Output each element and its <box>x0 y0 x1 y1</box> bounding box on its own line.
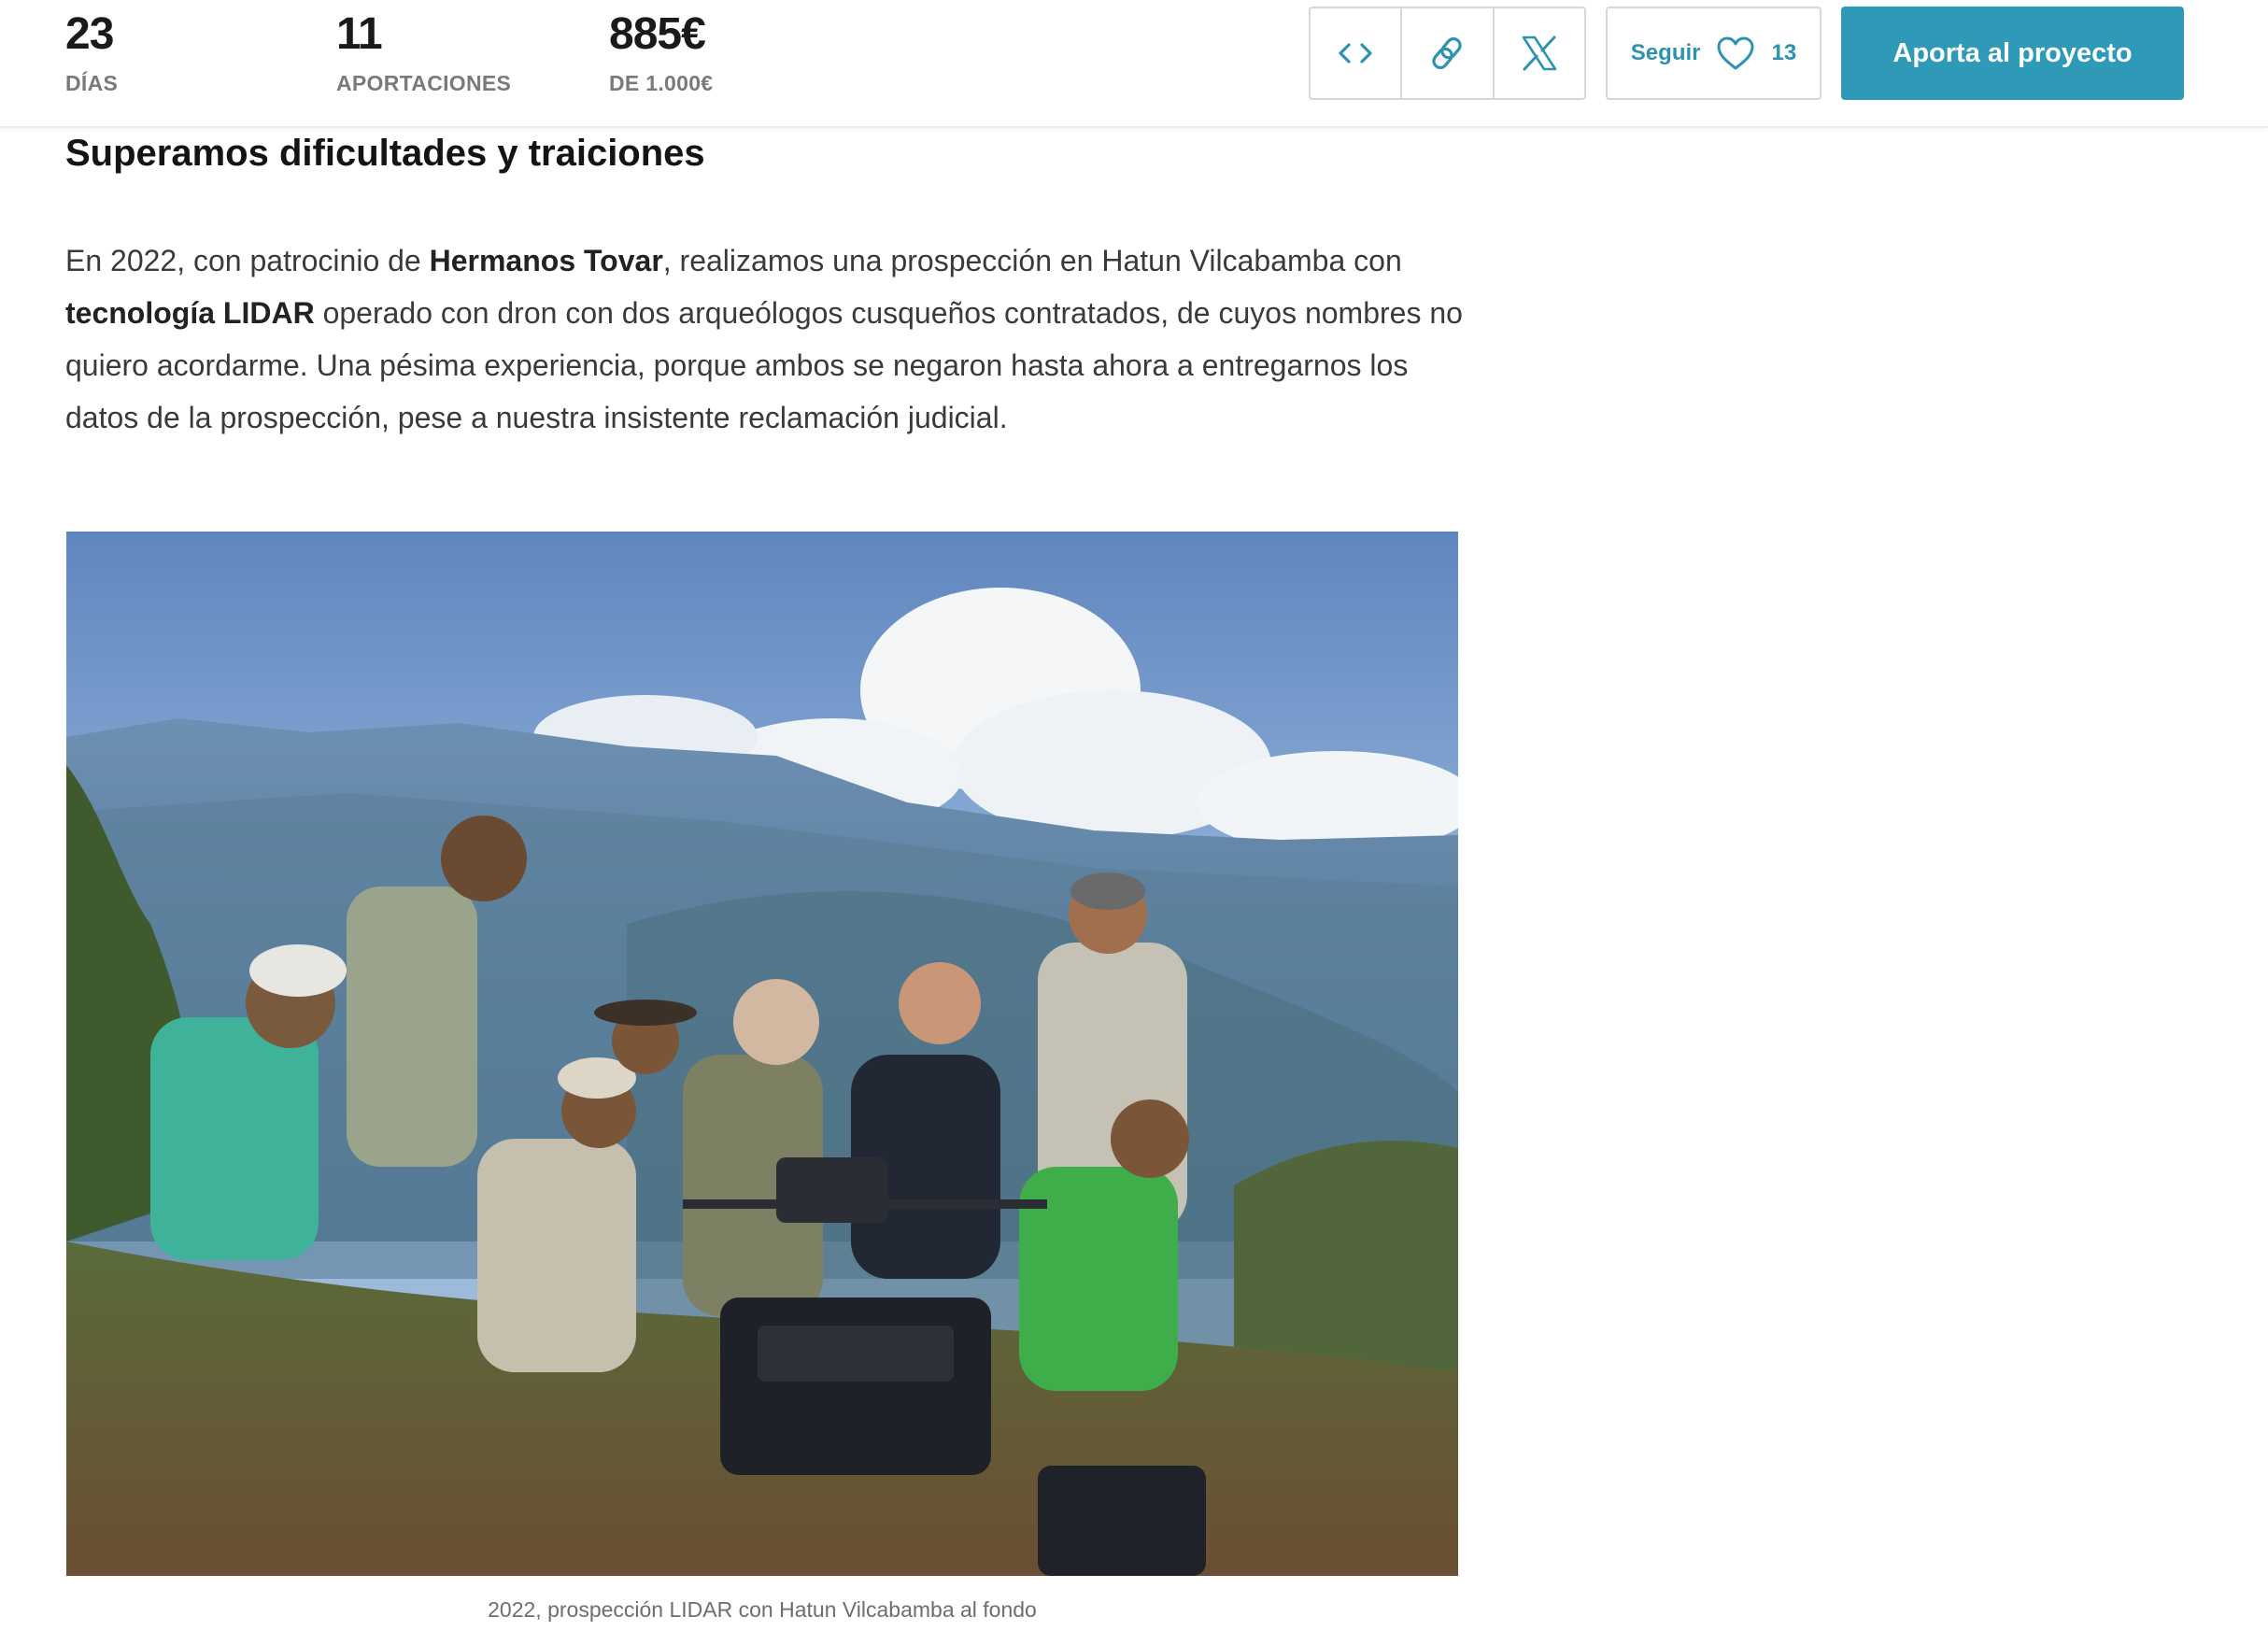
share-button-group <box>1309 7 1586 100</box>
expedition-group-photo <box>66 532 1458 1576</box>
photo-caption: 2022, prospección LIDAR con Hatun Vilcab… <box>488 1597 1037 1622</box>
paragraph-text-1: En 2022, con patrocinio de <box>65 244 430 277</box>
follow-label: Seguir <box>1630 40 1701 65</box>
paragraph-text-2: , realizamos una prospección en Hatun Vi… <box>662 244 1402 277</box>
days-label: DÍAS <box>65 71 119 95</box>
stat-amount: 885€ DE 1.000€ <box>609 7 713 96</box>
x-icon <box>1522 35 1557 71</box>
stat-days: 23 DÍAS <box>65 7 118 96</box>
article-photo <box>66 532 1458 1576</box>
sponsor-name: Hermanos Tovar <box>429 244 663 277</box>
stat-contributions: 11 APORTACIONES <box>336 7 511 96</box>
contribute-button[interactable]: Aporta al proyecto <box>1841 7 2184 100</box>
article-paragraph: En 2022, con patrocinio de Hermanos Tova… <box>65 234 1467 444</box>
follow-count: 13 <box>1771 40 1797 65</box>
code-icon <box>1339 43 1372 64</box>
contributions-value: 11 <box>336 9 383 59</box>
amount-value: 885€ <box>609 9 706 59</box>
sticky-project-bar: 23 DÍAS 11 APORTACIONES 885€ DE 1.000€ S… <box>0 0 2268 128</box>
days-value: 23 <box>65 9 114 59</box>
follow-button[interactable]: Seguir 13 <box>1606 7 1821 100</box>
amount-goal-label: DE 1.000€ <box>609 71 714 95</box>
embed-button[interactable] <box>1311 8 1403 98</box>
copy-link-button[interactable] <box>1402 8 1495 98</box>
link-icon <box>1432 36 1463 70</box>
lidar-term: tecnología LIDAR <box>65 296 315 330</box>
heart-icon <box>1717 36 1754 70</box>
share-x-button[interactable] <box>1495 8 1584 98</box>
contributions-label: APORTACIONES <box>336 71 512 95</box>
section-heading: Superamos dificultades y traiciones <box>65 133 705 174</box>
